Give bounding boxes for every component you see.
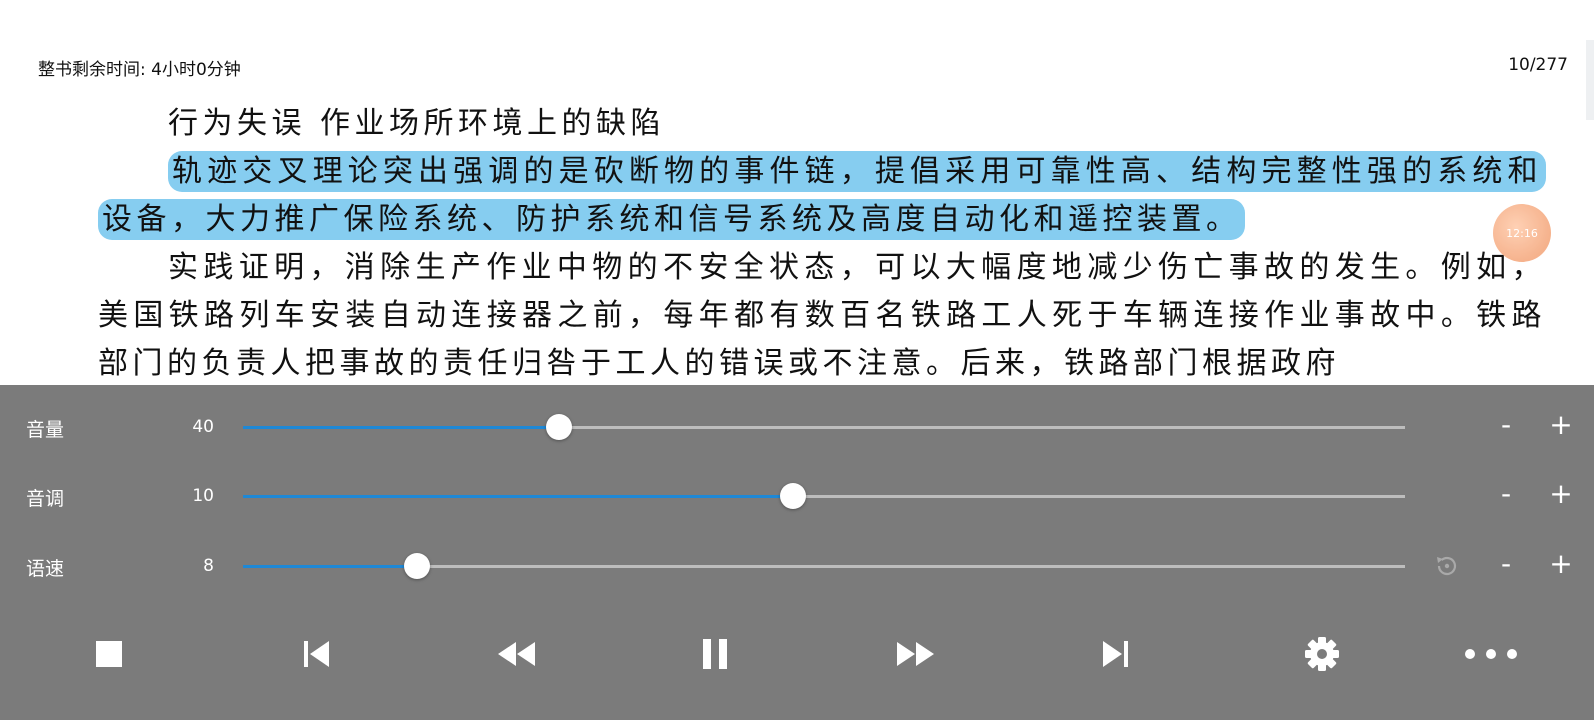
scroll-edge xyxy=(1586,40,1594,120)
remaining-time: 整书剩余时间: 4小时0分钟 xyxy=(38,60,241,80)
speed-slider-thumb[interactable] xyxy=(404,553,431,579)
pitch-row: 音调 10 - + xyxy=(0,471,1594,521)
volume-row: 音量 40 - + xyxy=(0,402,1594,452)
paragraph: 实践证明，消除生产作业中物的不安全状态，可以大幅度地减少伤亡事故的发生。例如，美… xyxy=(98,250,1546,381)
speed-label: 语速 xyxy=(26,558,65,580)
rewind-icon xyxy=(498,642,535,666)
pause-button[interactable] xyxy=(690,632,740,676)
stop-button[interactable] xyxy=(84,632,134,676)
pitch-increase-button[interactable]: + xyxy=(1548,479,1574,509)
stop-icon xyxy=(96,641,122,667)
book-text: 行为失误 作业场所环境上的缺陷 轨迹交叉理论突出强调的是砍断物的事件链，提倡采用… xyxy=(98,100,1546,385)
floating-clock-bubble[interactable]: 12:16 xyxy=(1493,204,1551,262)
speed-slider[interactable] xyxy=(243,553,1405,579)
pause-icon xyxy=(703,639,727,669)
volume-slider-thumb[interactable] xyxy=(546,414,573,440)
pitch-slider[interactable] xyxy=(243,483,1405,509)
speed-value: 8 xyxy=(203,556,214,576)
more-icon xyxy=(1465,649,1517,659)
fast-forward-icon xyxy=(897,642,934,666)
reader-view: 整书剩余时间: 4小时0分钟 10/277 行为失误 作业场所环境上的缺陷 轨迹… xyxy=(0,0,1594,385)
settings-button[interactable] xyxy=(1297,632,1347,676)
speed-slider-fill xyxy=(243,565,418,568)
page-counter: 10/277 xyxy=(1508,55,1568,75)
pitch-label: 音调 xyxy=(26,488,65,510)
speed-increase-button[interactable]: + xyxy=(1548,549,1574,579)
skip-previous-icon xyxy=(304,641,329,667)
pitch-decrease-button[interactable]: - xyxy=(1494,479,1518,509)
reset-speed-icon[interactable] xyxy=(1432,551,1462,581)
pitch-value: 10 xyxy=(192,486,214,506)
settings-icon xyxy=(1305,637,1339,671)
fast-forward-button[interactable] xyxy=(890,632,940,676)
skip-next-button[interactable] xyxy=(1090,632,1140,676)
volume-value: 40 xyxy=(192,417,214,437)
more-button[interactable] xyxy=(1463,632,1519,676)
volume-decrease-button[interactable]: - xyxy=(1494,410,1518,440)
speed-decrease-button[interactable]: - xyxy=(1494,549,1518,579)
pitch-slider-fill xyxy=(243,495,793,498)
volume-label: 音量 xyxy=(26,419,65,441)
tts-control-panel: 音量 40 - + 音调 10 - + 语速 8 - + xyxy=(0,385,1594,720)
rewind-button[interactable] xyxy=(492,632,542,676)
skip-next-icon xyxy=(1103,641,1128,667)
skip-previous-button[interactable] xyxy=(292,632,342,676)
volume-increase-button[interactable]: + xyxy=(1548,410,1574,440)
speed-row: 语速 8 - + xyxy=(0,541,1594,591)
volume-slider-fill xyxy=(243,426,560,429)
highlighted-paragraph[interactable]: 轨迹交叉理论突出强调的是砍断物的事件链，提倡采用可靠性高、结构完整性强的系统和设… xyxy=(98,148,1546,244)
pitch-slider-thumb[interactable] xyxy=(779,483,806,509)
volume-slider[interactable] xyxy=(243,414,1405,440)
text-line-heading: 行为失误 作业场所环境上的缺陷 xyxy=(168,106,666,141)
tts-highlight: 轨迹交叉理论突出强调的是砍断物的事件链，提倡采用可靠性高、结构完整性强的系统和设… xyxy=(98,151,1546,240)
